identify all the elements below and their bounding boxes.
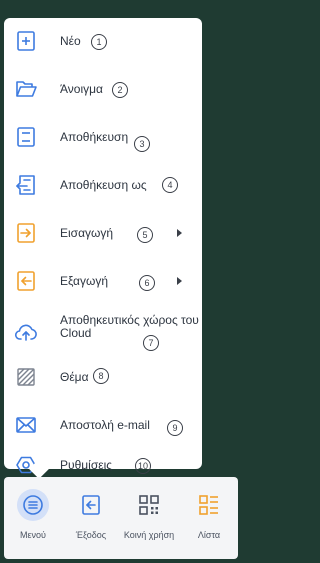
menu-item-label: Άνοιγμα (60, 82, 103, 96)
menu-item-label: Εξαγωγή (60, 274, 109, 288)
number-badge: 5 (137, 227, 153, 243)
number-badge: 6 (139, 275, 155, 291)
menu-item-cloud-storage[interactable]: Αποθηκευτικός χώρος του Cloud 7 (4, 311, 202, 351)
tab-label: Κοινή χρήση (123, 530, 175, 540)
import-icon (14, 221, 38, 245)
menu-item-send-email[interactable]: Αποστολή e-mail 9 (4, 407, 202, 443)
chevron-right-icon (177, 277, 182, 285)
export-icon (14, 269, 38, 293)
save-icon (14, 125, 38, 149)
menu-item-label: Αποθήκευση ως (60, 178, 147, 192)
number-badge: 2 (112, 82, 128, 98)
menu-item-label: Νέο (60, 34, 81, 48)
theme-icon (14, 365, 38, 389)
number-badge: 10 (135, 458, 151, 474)
number-badge: 1 (91, 34, 107, 50)
tab-list[interactable]: Λίστα (180, 477, 238, 559)
menu-item-label: Θέμα (60, 370, 89, 384)
tab-menu[interactable]: Μενού (4, 477, 62, 559)
qr-code-icon (137, 493, 161, 517)
menu-item-import[interactable]: Εισαγωγή 5 (4, 215, 202, 251)
menu-item-export[interactable]: Εξαγωγή 6 (4, 263, 202, 299)
list-icon (197, 493, 221, 517)
bottom-toolbar: Μενού Έξοδος Κοινή χρήση Λίστα (4, 477, 238, 559)
tab-label: Λίστα (197, 530, 221, 540)
tab-label: Έξοδος (75, 530, 107, 540)
cloud-upload-icon (14, 320, 38, 344)
menu-item-label: Αποστολή e-mail (60, 418, 150, 432)
menu-item-label: Αποθήκευση (60, 130, 129, 144)
main-menu-panel: Νέο 1 Άνοιγμα 2 Αποθήκευση 3 Αποθήκευση … (4, 18, 202, 474)
folder-open-icon (14, 77, 38, 101)
tab-label: Μενού (20, 530, 46, 540)
exit-icon (79, 493, 103, 517)
menu-item-label: Αποθηκευτικός χώρος του Cloud (60, 313, 199, 340)
number-badge: 3 (134, 136, 150, 152)
number-badge: 8 (93, 368, 109, 384)
menu-item-label: Ρυθμίσεις (60, 458, 113, 472)
tab-exit[interactable]: Έξοδος (62, 477, 120, 559)
number-badge: 4 (162, 177, 178, 193)
menu-item-label: Εισαγωγή (60, 226, 114, 240)
tab-share[interactable]: Κοινή χρήση (120, 477, 178, 559)
menu-icon (21, 493, 45, 517)
chevron-right-icon (177, 229, 182, 237)
menu-item-save[interactable]: Αποθήκευση 3 (4, 119, 202, 155)
number-badge: 7 (143, 335, 159, 351)
mail-icon (14, 413, 38, 437)
menu-item-open[interactable]: Άνοιγμα 2 (4, 71, 202, 107)
menu-item-theme[interactable]: Θέμα 8 (4, 359, 202, 395)
menu-item-save-as[interactable]: Αποθήκευση ως 4 (4, 167, 202, 203)
new-file-icon (14, 29, 38, 53)
menu-item-new[interactable]: Νέο 1 (4, 23, 202, 59)
number-badge: 9 (167, 420, 183, 436)
save-as-icon (14, 173, 38, 197)
